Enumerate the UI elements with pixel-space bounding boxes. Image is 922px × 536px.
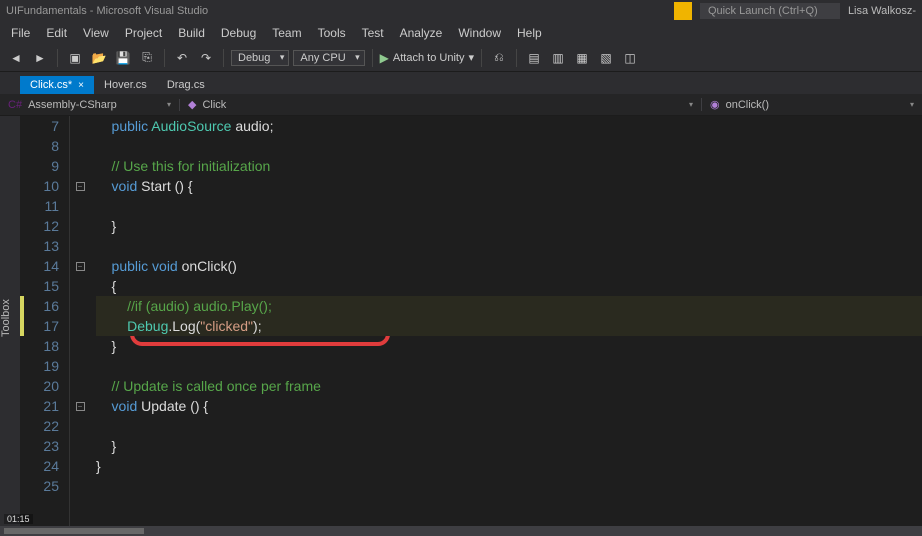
tab-dragcs[interactable]: Drag.cs [157,76,215,94]
title-bar: UIFundamentals - Microsoft Visual Studio… [0,0,922,22]
class-icon: ◆ [188,98,196,111]
code-line[interactable]: } [96,336,922,356]
platform-dropdown[interactable]: Any CPU [293,50,364,66]
code-line[interactable]: void Start () { [96,176,922,196]
code-line[interactable]: } [96,456,922,476]
feedback-icon[interactable] [674,2,692,20]
code-line[interactable]: // Update is called once per frame [96,376,922,396]
fold-toggle[interactable]: − [76,182,85,191]
open-icon[interactable]: 📂 [89,48,109,68]
code-editor[interactable]: 78910111213141516171819202122232425 − −− … [20,116,922,526]
line-number-gutter: 78910111213141516171819202122232425 [20,116,70,526]
code-line[interactable] [96,476,922,496]
fold-toggle[interactable]: − [76,402,85,411]
code-line[interactable]: } [96,436,922,456]
new-file-icon[interactable]: ▣ [65,48,85,68]
menu-bar: FileEditViewProjectBuildDebugTeamToolsTe… [0,22,922,44]
code-line[interactable] [96,196,922,216]
menu-window[interactable]: Window [451,24,508,42]
save-icon[interactable]: 💾 [113,48,133,68]
tb-icon-2[interactable]: ▥ [548,48,568,68]
nav-method[interactable]: ◉ onClick()▾ [702,98,922,111]
tb-icon-4[interactable]: ▧ [596,48,616,68]
undo-icon[interactable]: ↶ [172,48,192,68]
navigation-bar: C# Assembly-CSharp▾ ◆ Click▾ ◉ onClick()… [0,94,922,116]
code-line[interactable] [96,236,922,256]
code-line[interactable]: public void onClick() [96,256,922,276]
menu-test[interactable]: Test [355,24,391,42]
menu-tools[interactable]: Tools [311,24,353,42]
document-tabs: Click.cs*×Hover.csDrag.cs [0,72,922,94]
menu-file[interactable]: File [4,24,37,42]
nav-fwd-icon[interactable]: ► [30,48,50,68]
fold-column[interactable]: − − − [70,116,90,526]
playback-timestamp: 01:15 [4,514,33,524]
code-line[interactable]: public AudioSource audio; [96,116,922,136]
code-line[interactable]: //if (audio) audio.Play(); [96,296,922,316]
tab-hovercs[interactable]: Hover.cs [94,76,157,94]
code-line[interactable]: Debug.Log("clicked"); [96,316,922,336]
window-title: UIFundamentals - Microsoft Visual Studio [6,5,674,17]
csharp-icon: C# [8,99,22,111]
code-line[interactable]: } [96,216,922,236]
signed-in-user[interactable]: Lisa Walkosz- [848,5,916,17]
code-line[interactable]: // Use this for initialization [96,156,922,176]
code-line[interactable] [96,416,922,436]
redo-icon[interactable]: ↷ [196,48,216,68]
code-area[interactable]: public AudioSource audio; // Use this fo… [90,116,922,526]
menu-analyze[interactable]: Analyze [393,24,450,42]
menu-project[interactable]: Project [118,24,169,42]
code-line[interactable]: { [96,276,922,296]
step-icon[interactable]: ⎌ [489,48,509,68]
menu-build[interactable]: Build [171,24,212,42]
tb-icon-5[interactable]: ◫ [620,48,640,68]
code-line[interactable] [96,356,922,376]
menu-help[interactable]: Help [510,24,549,42]
menu-edit[interactable]: Edit [39,24,74,42]
tb-icon-3[interactable]: ▦ [572,48,592,68]
method-icon: ◉ [710,98,720,111]
close-icon[interactable]: × [78,80,84,91]
tb-icon-1[interactable]: ▤ [524,48,544,68]
save-all-icon[interactable]: ⎘ [137,48,157,68]
config-dropdown[interactable]: Debug [231,50,289,66]
menu-team[interactable]: Team [265,24,308,42]
toolbar: ◄ ► ▣ 📂 💾 ⎘ ↶ ↷ Debug Any CPU ▶ Attach t… [0,44,922,72]
menu-debug[interactable]: Debug [214,24,263,42]
horizontal-scrollbar[interactable] [0,526,922,536]
toolbox-panel-tab[interactable]: Toolbox [0,116,20,526]
tab-clickcs[interactable]: Click.cs*× [20,76,94,94]
fold-toggle[interactable]: − [76,262,85,271]
attach-button[interactable]: Attach to Unity ▾ [393,51,474,64]
code-line[interactable] [96,136,922,156]
quick-launch-input[interactable]: Quick Launch (Ctrl+Q) [700,3,840,19]
code-line[interactable]: void Update () { [96,396,922,416]
nav-assembly[interactable]: C# Assembly-CSharp▾ [0,99,180,111]
menu-view[interactable]: View [76,24,116,42]
nav-back-icon[interactable]: ◄ [6,48,26,68]
play-icon[interactable]: ▶ [380,51,389,65]
nav-class[interactable]: ◆ Click▾ [180,98,702,111]
